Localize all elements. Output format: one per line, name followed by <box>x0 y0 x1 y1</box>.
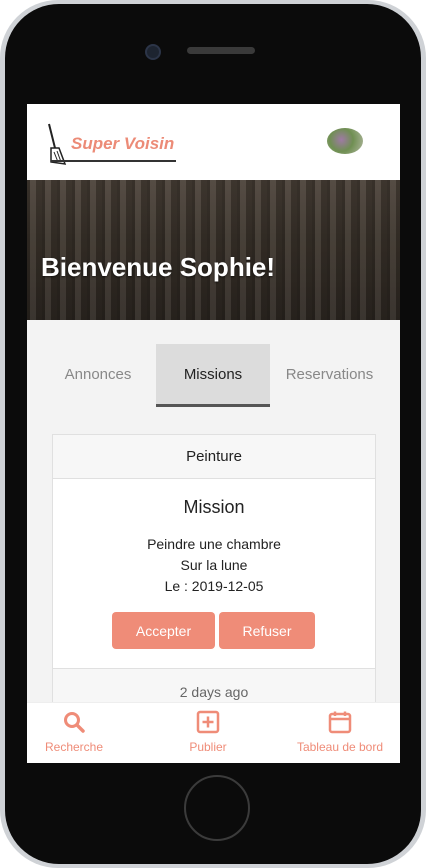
calendar-icon <box>327 709 353 735</box>
nav-tableau-de-bord[interactable]: Tableau de bord <box>291 709 389 761</box>
tab-missions[interactable]: Missions <box>156 344 270 407</box>
nav-tableau-label: Tableau de bord <box>296 740 384 754</box>
search-icon <box>61 709 87 735</box>
camera-icon <box>145 44 161 60</box>
nav-publier-label: Publier <box>189 740 227 754</box>
app-screen: Super Voisin Bienvenue Sophie! Annonces … <box>27 104 400 763</box>
tab-reservations[interactable]: Reservations <box>277 344 382 404</box>
nav-recherche-label: Recherche <box>44 740 104 754</box>
mission-location: Sur la lune <box>180 557 248 573</box>
top-bar: Super Voisin <box>27 104 400 180</box>
bottom-nav: Recherche Publier Tableau de bord <box>27 702 400 763</box>
phone-frame: Super Voisin Bienvenue Sophie! Annonces … <box>0 0 426 868</box>
hero-banner: Bienvenue Sophie! <box>27 180 400 320</box>
card-title: Mission <box>183 497 245 517</box>
home-button[interactable] <box>184 775 250 841</box>
welcome-title: Bienvenue Sophie! <box>41 252 276 282</box>
speaker-grille <box>187 47 255 54</box>
nav-publier[interactable]: Publier <box>180 709 236 761</box>
refuse-button[interactable]: Refuser <box>219 612 315 649</box>
card-header: Peinture <box>53 435 375 479</box>
mission-description: Peindre une chambre <box>147 536 281 552</box>
mission-date: Le : 2019-12-05 <box>164 578 264 594</box>
logo-underline <box>51 160 176 162</box>
tab-bar: Annonces Missions Reservations <box>27 344 400 407</box>
app-logo[interactable]: Super Voisin <box>45 122 185 166</box>
avatar[interactable] <box>327 128 363 154</box>
plus-square-icon <box>195 709 221 735</box>
app-logo-text: Super Voisin <box>71 134 175 153</box>
nav-recherche[interactable]: Recherche <box>39 709 109 761</box>
accept-button[interactable]: Accepter <box>112 612 215 649</box>
tab-annonces[interactable]: Annonces <box>47 344 149 404</box>
